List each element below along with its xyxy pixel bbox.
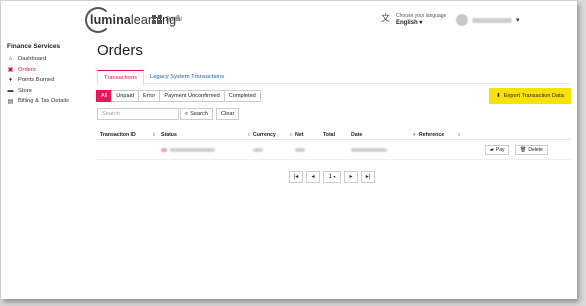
delete-label: Delete <box>528 147 543 153</box>
net-redacted <box>295 148 305 152</box>
tab-transactions[interactable]: Transactions <box>97 70 144 85</box>
status-filter-group: All Unpaid Error Payment Unconfirmed Com… <box>96 90 261 102</box>
next-page-button[interactable]: ▸ <box>344 171 358 183</box>
flame-icon: ♦ <box>8 77 13 84</box>
search-button-label: Search <box>190 111 208 117</box>
sidebar-item-label: Orders <box>18 66 36 73</box>
col-status[interactable]: Status <box>161 132 177 138</box>
sidebar-nav: ⌂ Dashboard ▣ Orders ♦ Points Burned ▬ Store… <box>7 54 69 107</box>
sort-desc-icon[interactable]: ▼ <box>412 132 416 137</box>
orders-icon: ▣ <box>7 67 14 74</box>
sort-icon[interactable]: ⇕ <box>247 132 251 138</box>
portal-label: Portal <box>166 16 182 23</box>
date-redacted <box>351 148 387 152</box>
pay-button[interactable]: ▰ Pay <box>485 145 510 155</box>
sidebar-item-label: Points Burned <box>18 77 55 84</box>
col-transaction-id[interactable]: Transaction ID <box>100 132 136 138</box>
translate-icon: 文 <box>380 13 390 23</box>
chevron-down-icon: ▾ <box>419 20 423 26</box>
sidebar-item-points-burned[interactable]: ♦ Points Burned <box>7 75 69 86</box>
filter-completed-button[interactable]: Completed <box>223 90 261 102</box>
sort-icon[interactable]: ⇕ <box>152 132 156 138</box>
cart-icon: ▬ <box>7 87 14 94</box>
page-title: Orders <box>97 42 143 59</box>
sidebar-item-label: Store <box>18 87 32 94</box>
warning-icon <box>161 148 167 152</box>
first-page-button[interactable]: |◂ <box>289 171 303 183</box>
dashboard-icon: ⌂ <box>8 56 13 63</box>
sidebar-item-dashboard[interactable]: ⌂ Dashboard <box>7 54 69 65</box>
logo-ring-icon <box>85 7 111 33</box>
sidebar-item-label: Billing & Tax Details <box>18 98 69 105</box>
sidebar-item-orders[interactable]: ▣ Orders <box>7 65 69 76</box>
transactions-table: Transaction ID ⇕ Status ⇕ Currency ⇕ Net… <box>97 130 571 160</box>
col-total[interactable]: Total <box>323 132 335 138</box>
billing-icon: ▤ <box>7 98 14 105</box>
chevron-down-icon: ▾ <box>516 17 520 24</box>
search-button[interactable]: ⌕ Search <box>180 108 213 120</box>
search-input[interactable]: Search <box>97 108 179 120</box>
prev-page-button[interactable]: ◂ <box>306 171 320 183</box>
filter-unpaid-button[interactable]: Unpaid <box>111 90 139 102</box>
wallet-icon: ▰ <box>490 147 494 153</box>
clear-button[interactable]: Clear <box>216 108 240 120</box>
tab-legacy-transactions[interactable]: Legacy System Transactions <box>144 70 230 84</box>
sidebar-title: Finance Services <box>7 43 61 50</box>
table-row: ▰ Pay 🗑 Delete <box>97 140 571 160</box>
tab-bar: Transactions Legacy System Transactions <box>97 70 569 85</box>
filter-error-button[interactable]: Error <box>137 90 161 102</box>
export-label: Export Transaction Data <box>503 93 564 99</box>
sort-icon[interactable]: ⇕ <box>457 132 461 138</box>
filter-payment-unconfirmed-button[interactable]: Payment Unconfirmed <box>159 90 225 102</box>
delete-button[interactable]: 🗑 Delete <box>515 145 548 155</box>
user-menu[interactable]: ▾ <box>456 14 520 26</box>
app-window: luminalearning® Portal 文 Choose your lan… <box>1 1 577 299</box>
table-header: Transaction ID ⇕ Status ⇕ Currency ⇕ Net… <box>97 130 571 140</box>
pay-label: Pay <box>495 147 505 153</box>
pagination: |◂ ◂ 1 ▾ ▸ ▸| <box>289 171 375 183</box>
sort-icon[interactable]: ⇕ <box>289 132 293 138</box>
col-reference[interactable]: Reference <box>419 132 444 138</box>
filter-all-button[interactable]: All <box>96 90 113 102</box>
page-select[interactable]: 1 ▾ <box>323 171 341 183</box>
page-number: 1 <box>328 174 332 180</box>
col-date[interactable]: Date <box>351 132 362 138</box>
currency-redacted <box>253 148 263 152</box>
language-value: English <box>396 20 418 26</box>
last-page-button[interactable]: ▸| <box>361 171 375 183</box>
sidebar-item-store[interactable]: ▬ Store <box>7 86 69 97</box>
avatar <box>456 14 468 26</box>
user-name-redacted <box>472 17 512 23</box>
chevron-down-icon: ▾ <box>333 174 336 179</box>
apps-grid-icon <box>152 15 162 24</box>
language-caption: Choose your language <box>396 13 447 19</box>
col-net[interactable]: Net <box>295 132 303 138</box>
language-selector[interactable]: 文 Choose your language English ▾ <box>380 13 446 27</box>
export-transaction-data-button[interactable]: ⬇ Export Transaction Data <box>489 88 571 104</box>
search-icon: ⌕ <box>185 111 189 117</box>
col-currency[interactable]: Currency <box>253 132 276 138</box>
sidebar-item-billing[interactable]: ▤ Billing & Tax Details <box>7 96 69 107</box>
portal-menu[interactable]: Portal <box>152 15 182 24</box>
download-icon: ⬇ <box>496 93 501 99</box>
sidebar-item-label: Dashboard <box>18 56 47 63</box>
trash-icon: 🗑 <box>520 147 527 153</box>
status-redacted <box>170 148 215 152</box>
